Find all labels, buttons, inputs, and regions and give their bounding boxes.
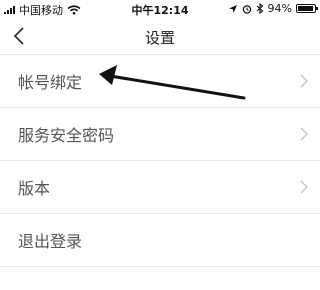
bluetooth-icon [256,3,263,14]
status-bar: 中国移动 中午12:14 94% [0,0,320,18]
settings-item-label: 版本 [18,179,51,198]
settings-list: 帐号绑定 服务安全密码 版本 退出登录 [0,55,320,267]
settings-item-account-binding[interactable]: 帐号绑定 [0,55,320,108]
settings-item-logout[interactable]: 退出登录 [0,214,320,267]
battery-percent: 94% [267,2,292,15]
alarm-icon [242,4,251,14]
settings-item-label: 帐号绑定 [18,73,83,92]
settings-item-service-security-password[interactable]: 服务安全密码 [0,108,320,161]
navigation-bar: 设置 [0,18,320,55]
settings-item-label: 服务安全密码 [18,126,115,145]
battery-icon [296,4,318,13]
chevron-right-icon [300,127,308,141]
location-icon [228,4,237,13]
status-right: 94% [228,2,318,15]
page-title: 设置 [144,29,175,47]
settings-item-label: 退出登录 [18,232,83,251]
chevron-right-icon [300,180,308,194]
chevron-right-icon [300,74,308,88]
settings-item-version[interactable]: 版本 [0,161,320,214]
